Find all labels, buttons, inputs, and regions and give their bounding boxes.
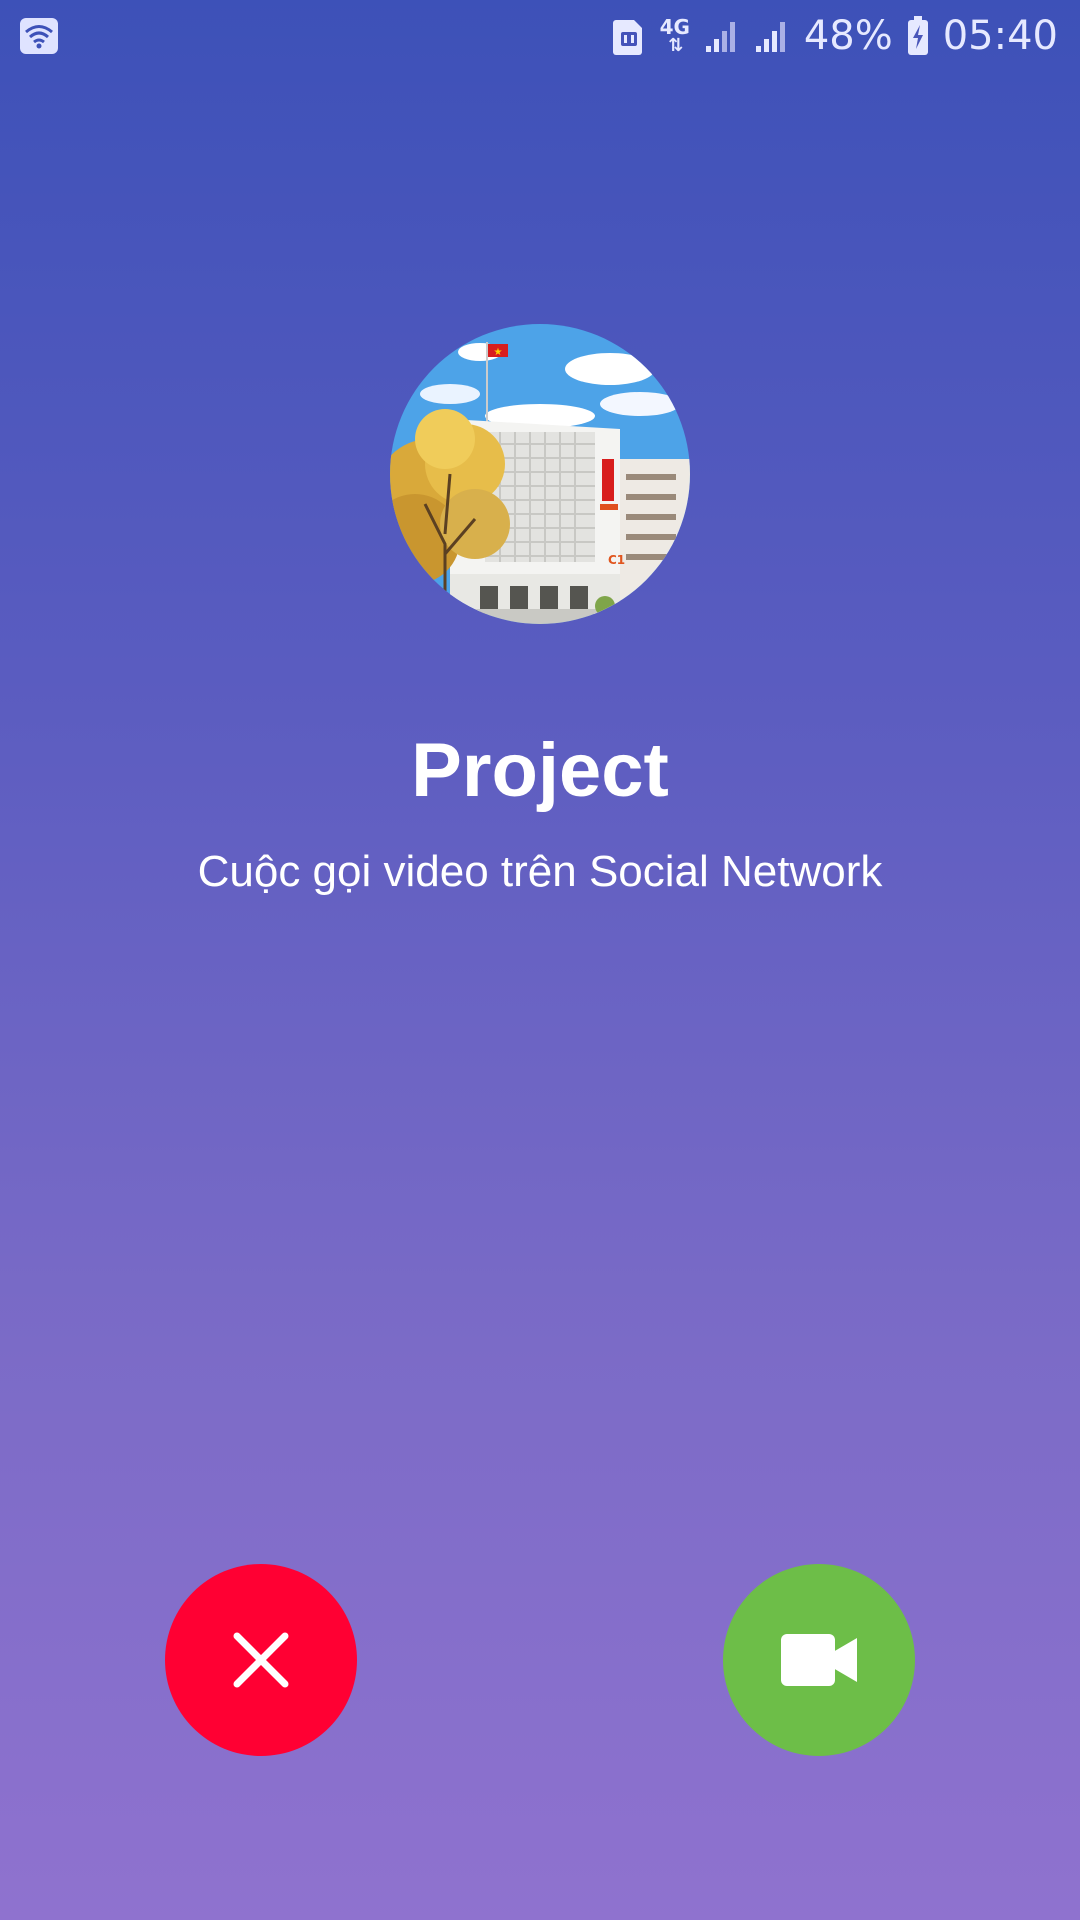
- building-photo: ★ C1: [390, 324, 690, 624]
- battery-charging-icon: [907, 16, 929, 56]
- wifi-icon: [20, 18, 58, 54]
- signal-2-icon: [754, 18, 790, 54]
- svg-text:★: ★: [494, 347, 503, 358]
- accept-video-call-button[interactable]: [723, 1564, 915, 1756]
- decline-call-button[interactable]: [165, 1564, 357, 1756]
- network-type-label: 4G: [659, 15, 690, 39]
- svg-text:C1: C1: [608, 553, 625, 567]
- signal-1-icon: [704, 18, 740, 54]
- sim-card-icon: [612, 16, 646, 56]
- network-4g-icon: 4G ⇅: [659, 15, 690, 56]
- close-icon: [231, 1630, 291, 1690]
- video-camera-icon: [781, 1634, 857, 1686]
- battery-percent: 48%: [803, 13, 893, 59]
- call-subtitle: Cuộc gọi video trên Social Network: [197, 847, 883, 896]
- status-bar: 4G ⇅ 48% 05:40: [0, 0, 1080, 72]
- avatar: ★ C1: [390, 324, 690, 624]
- status-icons: 4G ⇅ 48% 05:40: [612, 10, 1058, 62]
- caller-name: Project: [411, 728, 669, 813]
- clock: 05:40: [942, 13, 1058, 59]
